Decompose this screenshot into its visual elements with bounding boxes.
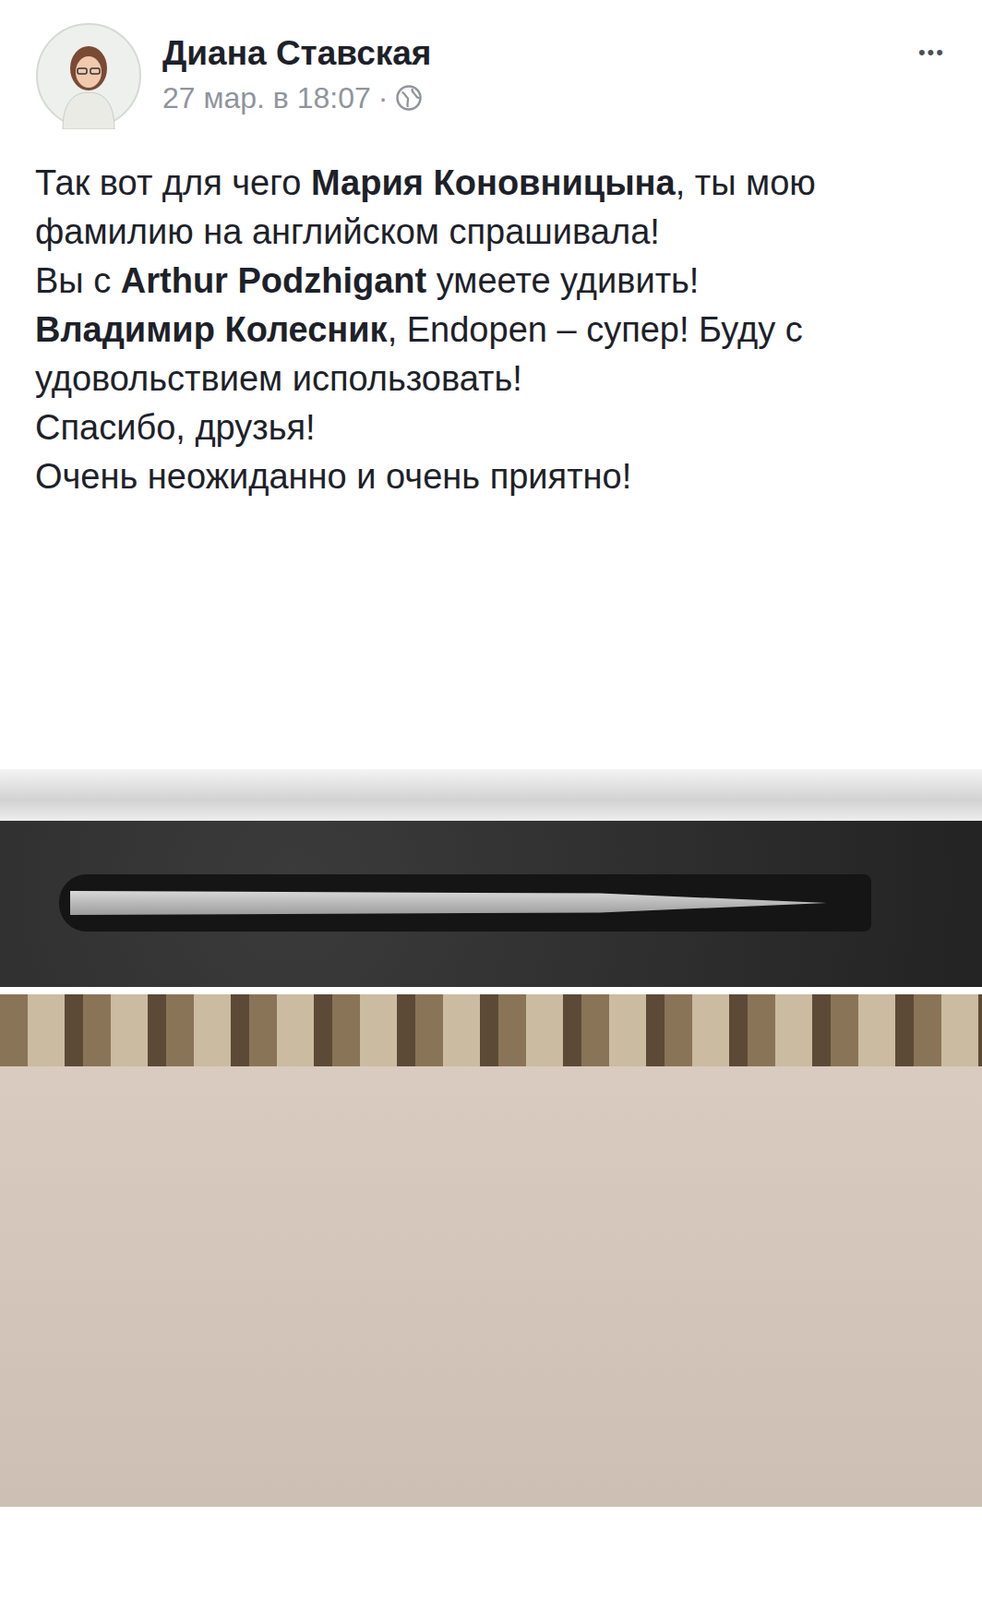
post-time[interactable]: 27 мар. в 18:07 <box>162 77 372 119</box>
globe-icon <box>395 83 423 112</box>
text-span: Очень неожиданно и очень приятно! <box>35 456 632 496</box>
text-span: Вы с <box>35 261 121 300</box>
photo-grid <box>0 768 982 1507</box>
post-line: Вы с Arthur Podzhigant умеете удивить! <box>35 256 949 306</box>
post-line: Спасибо, друзья! <box>35 403 949 453</box>
mention-link[interactable]: Мария Коновницына <box>311 163 676 203</box>
post: Диана Ставская27 мар. в 18:07· ••• Так вот… <box>0 0 982 1600</box>
box-photo[interactable] <box>0 993 982 1507</box>
more-button[interactable]: ••• <box>918 22 946 65</box>
text-span: Спасибо, друзья! <box>35 407 316 447</box>
mention-link[interactable]: Владимир Колесник <box>35 310 388 349</box>
meta-separator: · <box>378 77 389 119</box>
avatar-icon[interactable] <box>35 22 143 130</box>
post-meta: 27 мар. в 18:07· <box>162 77 899 119</box>
post-line: Владимир Колесник, Endopen – супер! Буду… <box>35 305 949 404</box>
pen-photo[interactable] <box>0 768 982 987</box>
text-span: Так вот для чего <box>35 163 312 203</box>
post-line: Очень неожиданно и очень приятно! <box>35 452 949 502</box>
post-line: Так вот для чего Мария Коновницына, ты м… <box>35 158 949 257</box>
text-span: умеете удивить! <box>426 261 699 300</box>
mention-link[interactable]: Arthur Podzhigant <box>120 261 427 300</box>
post-text: Так вот для чего Мария Коновницына, ты м… <box>0 129 982 502</box>
author-name[interactable]: Диана Ставская <box>162 33 899 74</box>
post-header: Диана Ставская27 мар. в 18:07· ••• <box>0 0 982 130</box>
